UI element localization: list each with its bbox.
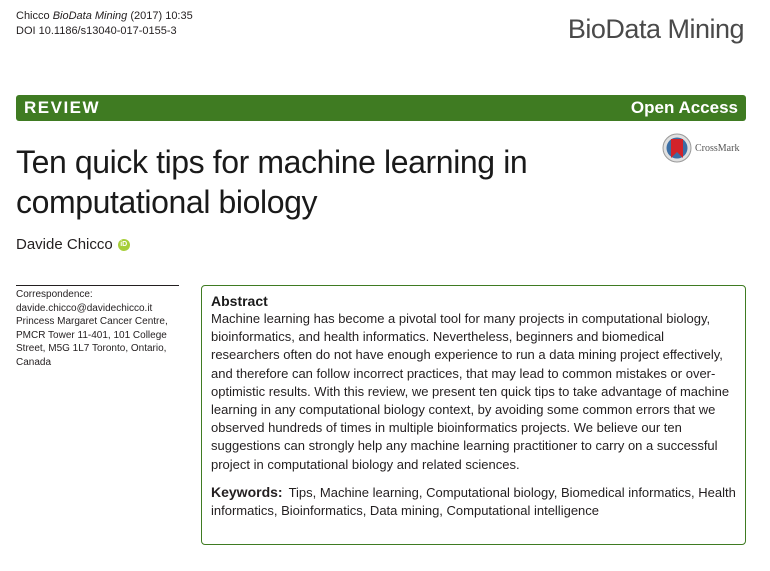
article-title: Ten quick tips for machine learning in c…: [16, 144, 528, 220]
article-type-label: REVIEW: [24, 98, 101, 117]
abstract-box: Abstract Machine learning has become a p…: [201, 285, 746, 545]
correspondence-email[interactable]: davide.chicco@davidechicco.it: [16, 302, 186, 316]
orcid-icon[interactable]: iD: [117, 238, 130, 251]
citation-journal: BioData Mining: [52, 10, 128, 22]
keywords: Keywords: Tips, Machine learning, Computa…: [211, 483, 736, 520]
author-name[interactable]: Davide Chicco: [16, 236, 113, 253]
correspondence-label: Correspondence:: [16, 289, 93, 300]
abstract-heading: Abstract: [211, 293, 268, 309]
correspondence-divider: [16, 285, 179, 286]
author: Davide Chicco iD: [16, 236, 130, 253]
citation-line: Chicco BioData Mining (2017) 10:35: [16, 9, 193, 24]
citation-doi[interactable]: DOI 10.1186/s13040-017-0155-3: [16, 24, 193, 39]
address-line: Street, M5G 1L7 Toronto, Ontario,: [16, 343, 167, 354]
citation-author: Chicco: [16, 10, 50, 22]
abstract-text: Machine learning has become a pivotal to…: [211, 311, 730, 472]
journal-logo: BioData Mining: [567, 14, 745, 44]
keywords-label: Keywords:: [211, 483, 283, 500]
address-line: PMCR Tower 11-401, 101 College: [16, 329, 167, 341]
address-line: Canada: [16, 356, 52, 368]
keywords-list: Tips, Machine learning, Computational bi…: [211, 484, 736, 519]
correspondence: Correspondence: davide.chicco@davidechic…: [16, 288, 186, 369]
crossmark-label: CrossMark: [695, 142, 740, 154]
open-access-label: Open Access: [630, 98, 738, 117]
citation-year-page: (2017) 10:35: [130, 10, 193, 22]
article-banner: REVIEW Open Access: [16, 95, 746, 121]
crossmark-icon: [662, 133, 692, 163]
address-line: Princess Margaret Cancer Centre,: [16, 316, 168, 327]
citation: Chicco BioData Mining (2017) 10:35 DOI 1…: [16, 9, 193, 39]
crossmark-button[interactable]: CrossMark: [662, 133, 739, 163]
